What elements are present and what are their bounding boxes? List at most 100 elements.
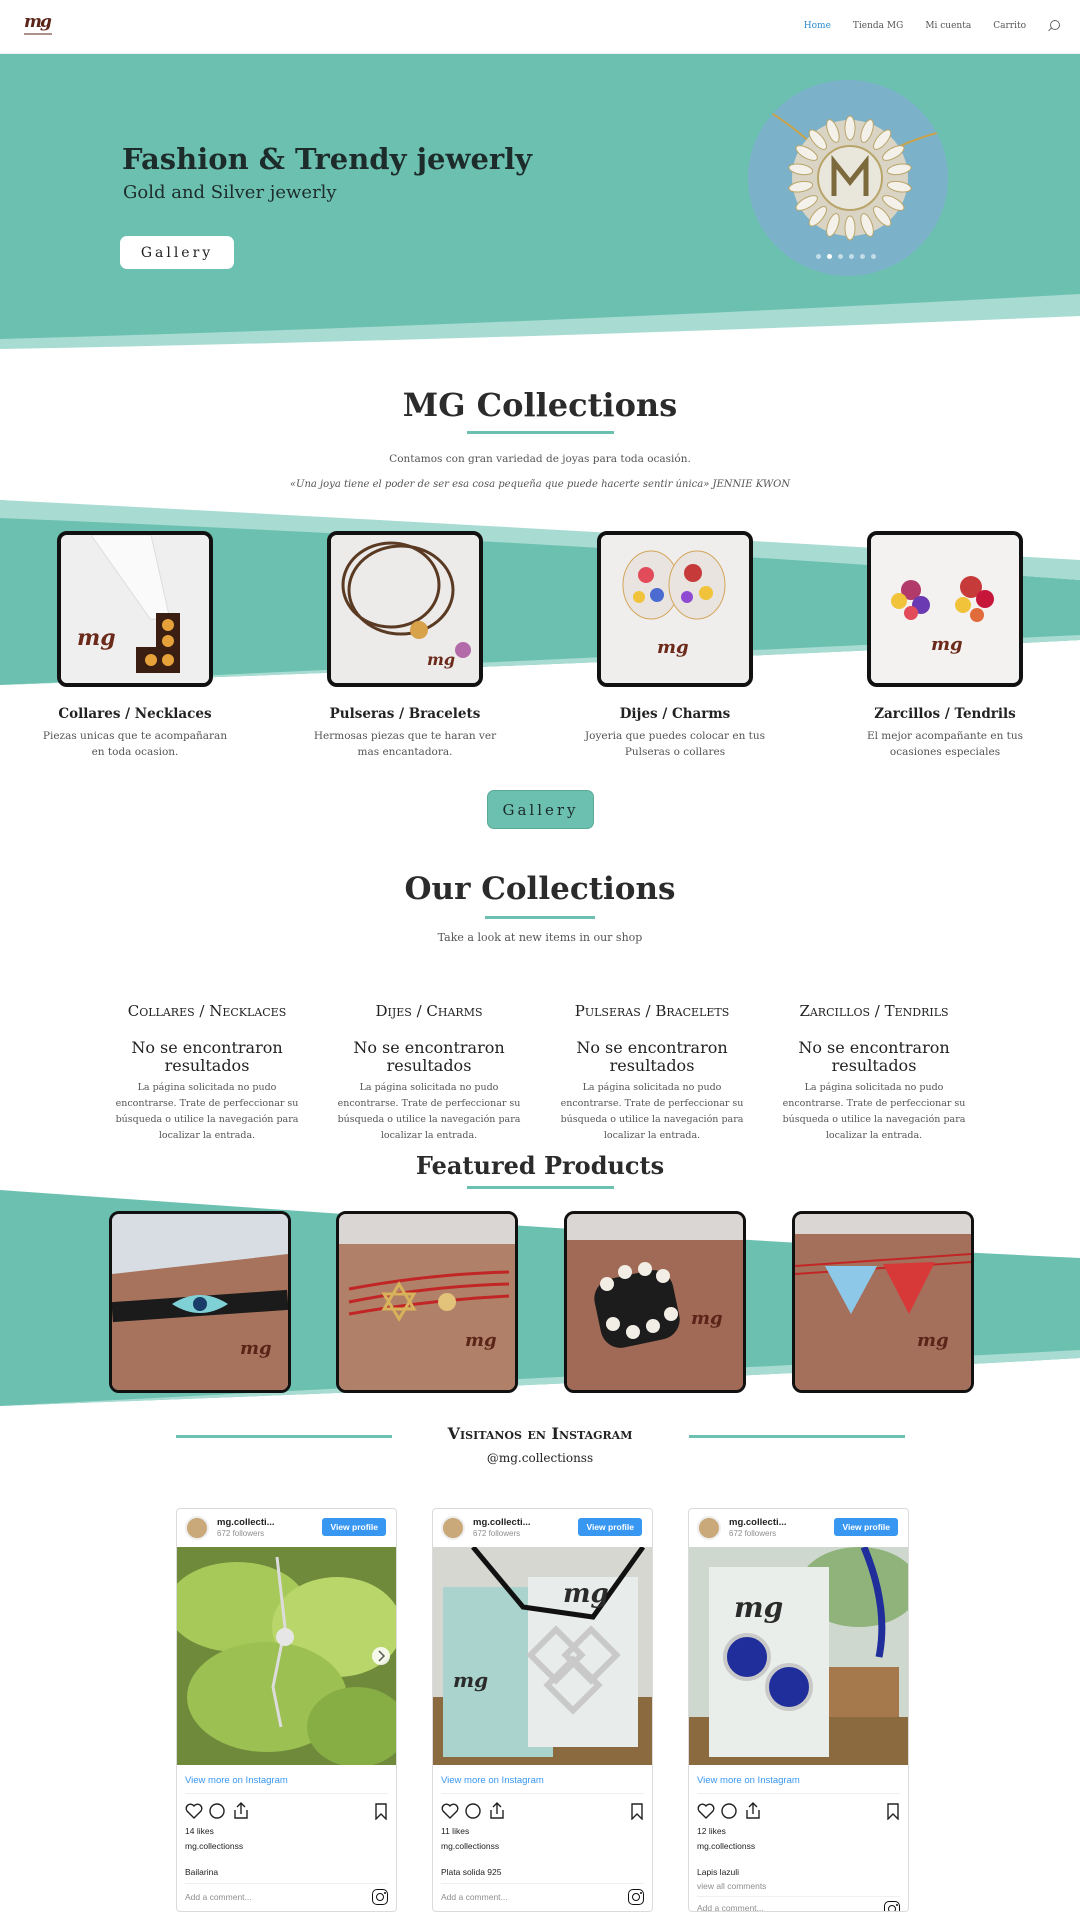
post-image[interactable]: [177, 1547, 396, 1765]
nav-carrito[interactable]: Carrito: [993, 21, 1026, 31]
share-icon: [234, 1802, 248, 1819]
hero-gallery-button[interactable]: Gallery: [120, 236, 234, 269]
featured-product-image[interactable]: mg: [336, 1211, 518, 1393]
comment-icon: [465, 1803, 481, 1819]
main-nav: Home Tienda MG Mi cuenta Carrito: [804, 20, 1060, 32]
view-profile-button[interactable]: View profile: [834, 1518, 898, 1536]
divider: [185, 1883, 388, 1884]
hero-pendant-image: [748, 80, 948, 276]
post-username[interactable]: mg.collecti...: [217, 1517, 275, 1528]
instagram-post: mg.collecti... 672 followers View profil…: [432, 1508, 653, 1912]
view-profile-button[interactable]: View profile: [322, 1518, 386, 1536]
nav-home[interactable]: Home: [804, 21, 831, 31]
category-image-bracelets[interactable]: mg: [327, 531, 483, 687]
divider: [697, 1896, 900, 1897]
our-collections-subtitle: Take a look at new items in our shop: [437, 931, 643, 944]
not-found-text: La página solicitada no pudo encontrarse…: [782, 1082, 966, 1141]
slider-dot[interactable]: [871, 254, 876, 259]
instagram-icon[interactable]: [884, 1901, 900, 1911]
post-owner[interactable]: mg.collectionss: [441, 1841, 499, 1851]
avatar[interactable]: [185, 1516, 209, 1540]
post-username[interactable]: mg.collecti...: [473, 1517, 531, 1528]
collection-heading: Zarcillos / Tendrils: [799, 1002, 949, 1020]
post-image[interactable]: mg mg: [433, 1547, 652, 1765]
hero-subtitle: Gold and Silver jewerly: [123, 182, 337, 203]
hero-banner: Fashion & Trendy jewerly Gold and Silver…: [0, 54, 1080, 356]
bookmark-icon: [887, 1803, 899, 1821]
view-more-link[interactable]: View more on Instagram: [697, 1775, 800, 1786]
view-profile-button[interactable]: View profile: [578, 1518, 642, 1536]
add-comment-input[interactable]: Add a comment...: [185, 1892, 252, 1902]
not-found-title: No se encontraron resultados: [576, 1038, 728, 1075]
post-image[interactable]: mg: [689, 1547, 908, 1765]
category-desc: Joyeria que puedes colocar en tus Pulser…: [584, 730, 766, 758]
category-image-earrings[interactable]: mg: [867, 531, 1023, 687]
avatar[interactable]: [441, 1516, 465, 1540]
category-name[interactable]: Collares / Necklaces: [25, 706, 245, 722]
post-owner[interactable]: mg.collectionss: [697, 1841, 755, 1851]
svg-text:mg: mg: [77, 625, 116, 651]
svg-text:mg: mg: [734, 1591, 783, 1624]
not-found-text: La página solicitada no pudo encontrarse…: [337, 1082, 521, 1141]
category-image-necklaces[interactable]: mg: [57, 531, 213, 687]
svg-text:mg: mg: [691, 1308, 723, 1329]
search-icon[interactable]: [1048, 20, 1060, 32]
site-logo[interactable]: mg: [22, 12, 54, 40]
slider-dot[interactable]: [816, 254, 821, 259]
post-username[interactable]: mg.collecti...: [729, 1517, 787, 1528]
category-desc: Piezas unicas que te acompañaran en toda…: [42, 730, 228, 758]
add-comment-input[interactable]: Add a comment...: [441, 1892, 508, 1902]
featured-products-title: Featured Products: [415, 1151, 665, 1180]
share-icon: [490, 1802, 504, 1819]
instagram-icon[interactable]: [628, 1889, 644, 1905]
view-more-link[interactable]: View more on Instagram: [441, 1775, 544, 1786]
post-header: mg.collecti... 672 followers View profil…: [689, 1509, 908, 1547]
gallery-button[interactable]: Gallery: [487, 790, 594, 829]
slider-dot-active[interactable]: [827, 254, 832, 259]
avatar[interactable]: [697, 1516, 721, 1540]
hero-title: Fashion & Trendy jewerly: [122, 142, 533, 176]
post-followers: 672 followers: [729, 1529, 777, 1538]
post-likes: 11 likes: [441, 1826, 470, 1836]
category-name[interactable]: Pulseras / Bracelets: [295, 706, 515, 722]
svg-text:mg: mg: [657, 637, 689, 658]
post-likes: 12 likes: [697, 1826, 726, 1836]
post-header: mg.collecti... 672 followers View profil…: [177, 1509, 396, 1547]
collection-heading: Dijes / Charms: [375, 1002, 483, 1020]
category-name[interactable]: Zarcillos / Tendrils: [835, 706, 1055, 722]
slider-dot[interactable]: [849, 254, 854, 259]
svg-text:mg: mg: [563, 1579, 609, 1609]
category-name[interactable]: Dijes / Charms: [565, 706, 785, 722]
slider-dot[interactable]: [838, 254, 843, 259]
mg-collections-text: Contamos con gran variedad de joyas para…: [389, 453, 691, 465]
not-found-title: No se encontraron resultados: [131, 1038, 283, 1075]
svg-text:mg: mg: [240, 1338, 272, 1359]
post-caption: Bailarina: [185, 1867, 219, 1877]
category-image-charms[interactable]: mg: [597, 531, 753, 687]
comment-icon: [721, 1803, 737, 1819]
collection-heading: Collares / Necklaces: [127, 1002, 287, 1020]
title-underline: [467, 1186, 614, 1189]
logo-mark: mg: [24, 12, 52, 32]
not-found-text: La página solicitada no pudo encontrarse…: [115, 1082, 299, 1141]
post-owner[interactable]: mg.collectionss: [185, 1841, 243, 1851]
post-actions: [697, 1802, 900, 1821]
add-comment-input[interactable]: Add a comment...: [697, 1903, 764, 1911]
title-underline: [485, 916, 595, 919]
instagram-handle[interactable]: @mg.collectionss: [0, 1451, 1080, 1465]
heart-icon: [441, 1803, 459, 1819]
mg-collections-title: MG Collections: [402, 386, 678, 424]
instagram-icon[interactable]: [372, 1889, 388, 1905]
nav-mi-cuenta[interactable]: Mi cuenta: [925, 21, 971, 31]
share-icon: [746, 1802, 760, 1819]
view-all-comments-link[interactable]: view all comments: [697, 1881, 766, 1891]
nav-tienda[interactable]: Tienda MG: [853, 21, 903, 31]
featured-product-image[interactable]: mg: [792, 1211, 974, 1393]
view-more-link[interactable]: View more on Instagram: [185, 1775, 288, 1786]
post-actions: [441, 1802, 644, 1821]
featured-product-image[interactable]: mg: [564, 1211, 746, 1393]
post-followers: 672 followers: [217, 1529, 265, 1538]
featured-product-image[interactable]: mg: [109, 1211, 291, 1393]
comment-icon: [209, 1803, 225, 1819]
slider-dot[interactable]: [860, 254, 865, 259]
